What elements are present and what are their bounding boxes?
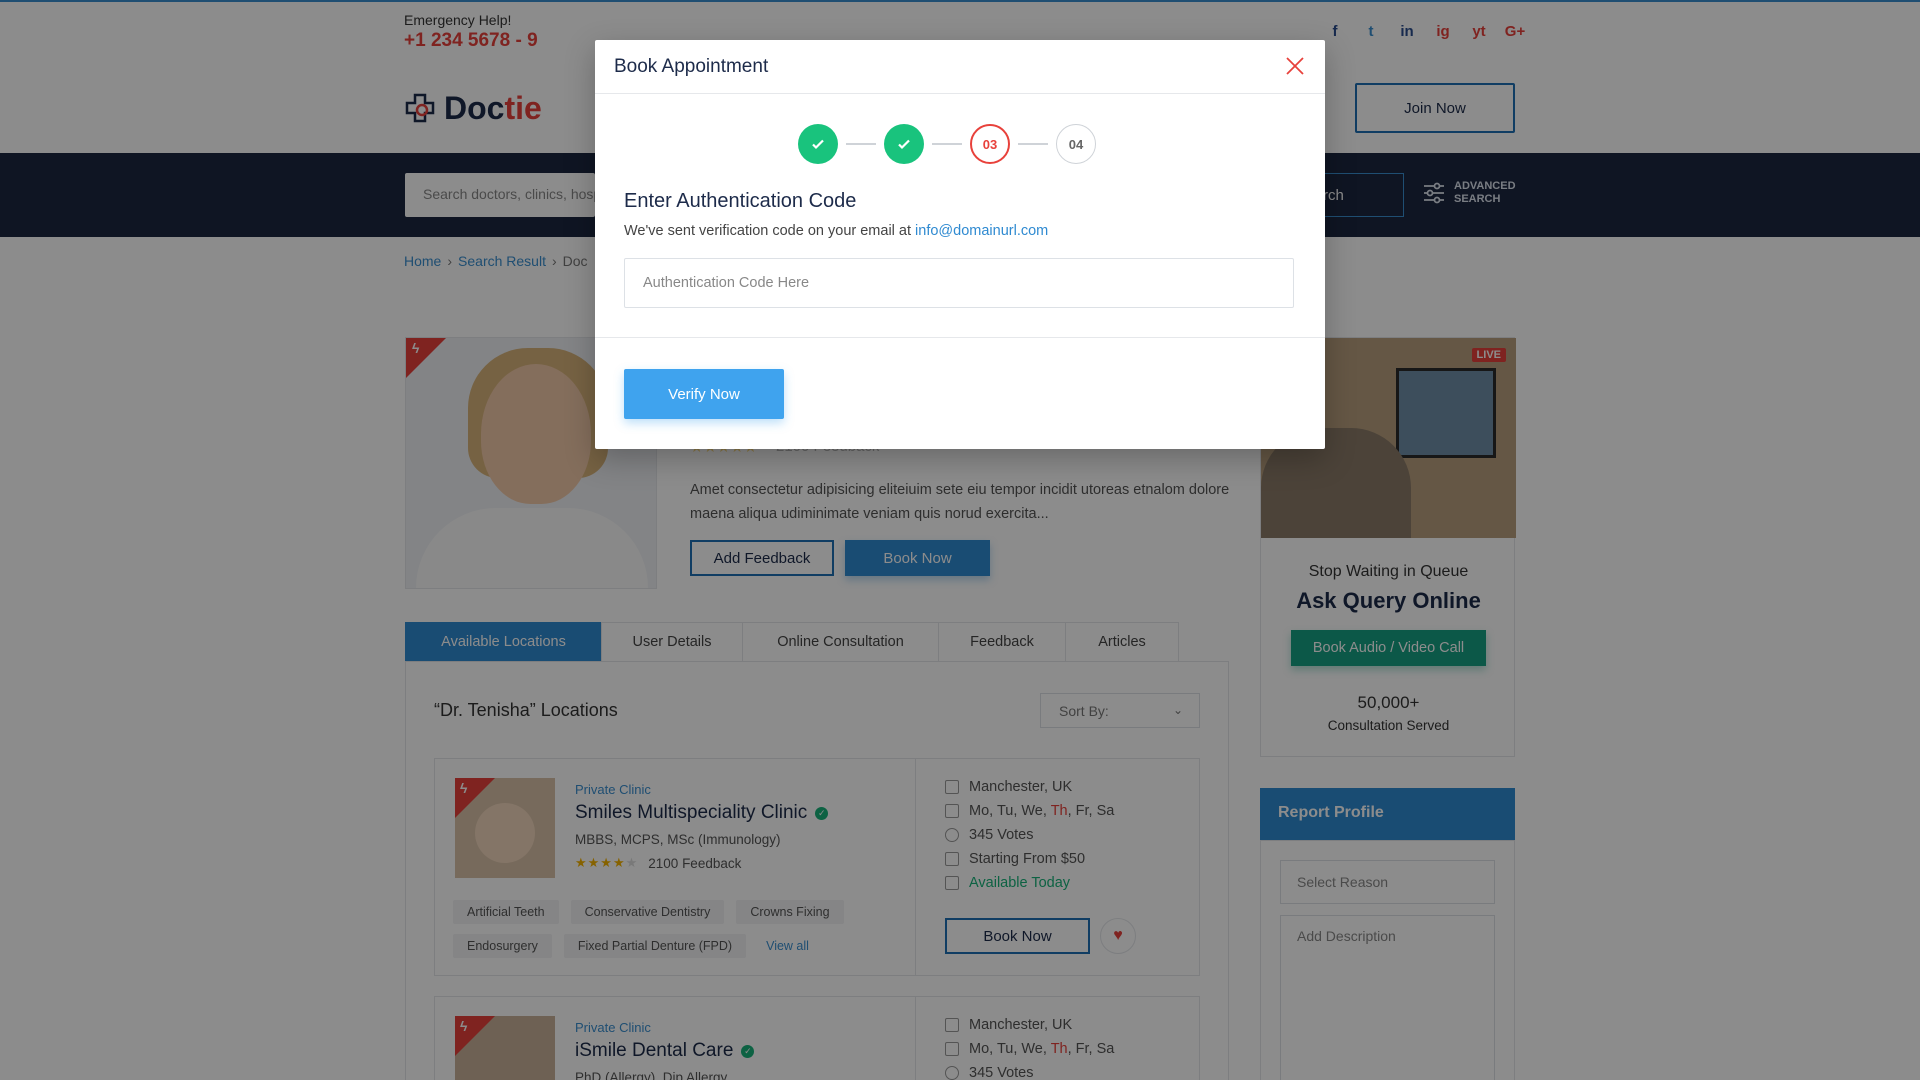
step-connector bbox=[932, 143, 962, 145]
step-2-complete bbox=[884, 124, 924, 164]
book-appointment-modal: Book Appointment 03 04 Enter Authenticat… bbox=[595, 40, 1325, 449]
close-icon[interactable] bbox=[1283, 54, 1307, 78]
step-connector bbox=[846, 143, 876, 145]
auth-heading: Enter Authentication Code bbox=[624, 190, 857, 212]
step-connector bbox=[1018, 143, 1048, 145]
step-4-pending: 04 bbox=[1056, 124, 1096, 164]
modal-header: Book Appointment bbox=[595, 40, 1325, 94]
check-icon bbox=[898, 139, 910, 150]
verify-now-button[interactable]: Verify Now bbox=[624, 369, 784, 419]
step-3-current: 03 bbox=[970, 124, 1010, 164]
email-link[interactable]: info@domainurl.com bbox=[915, 223, 1048, 239]
booking-stepper: 03 04 bbox=[798, 124, 1096, 164]
auth-subtext: We've sent verification code on your ema… bbox=[624, 223, 1049, 239]
step-1-complete bbox=[798, 124, 838, 164]
modal-divider bbox=[595, 337, 1325, 338]
modal-title: Book Appointment bbox=[614, 56, 769, 77]
auth-code-input[interactable] bbox=[624, 258, 1294, 308]
check-icon bbox=[812, 139, 824, 150]
